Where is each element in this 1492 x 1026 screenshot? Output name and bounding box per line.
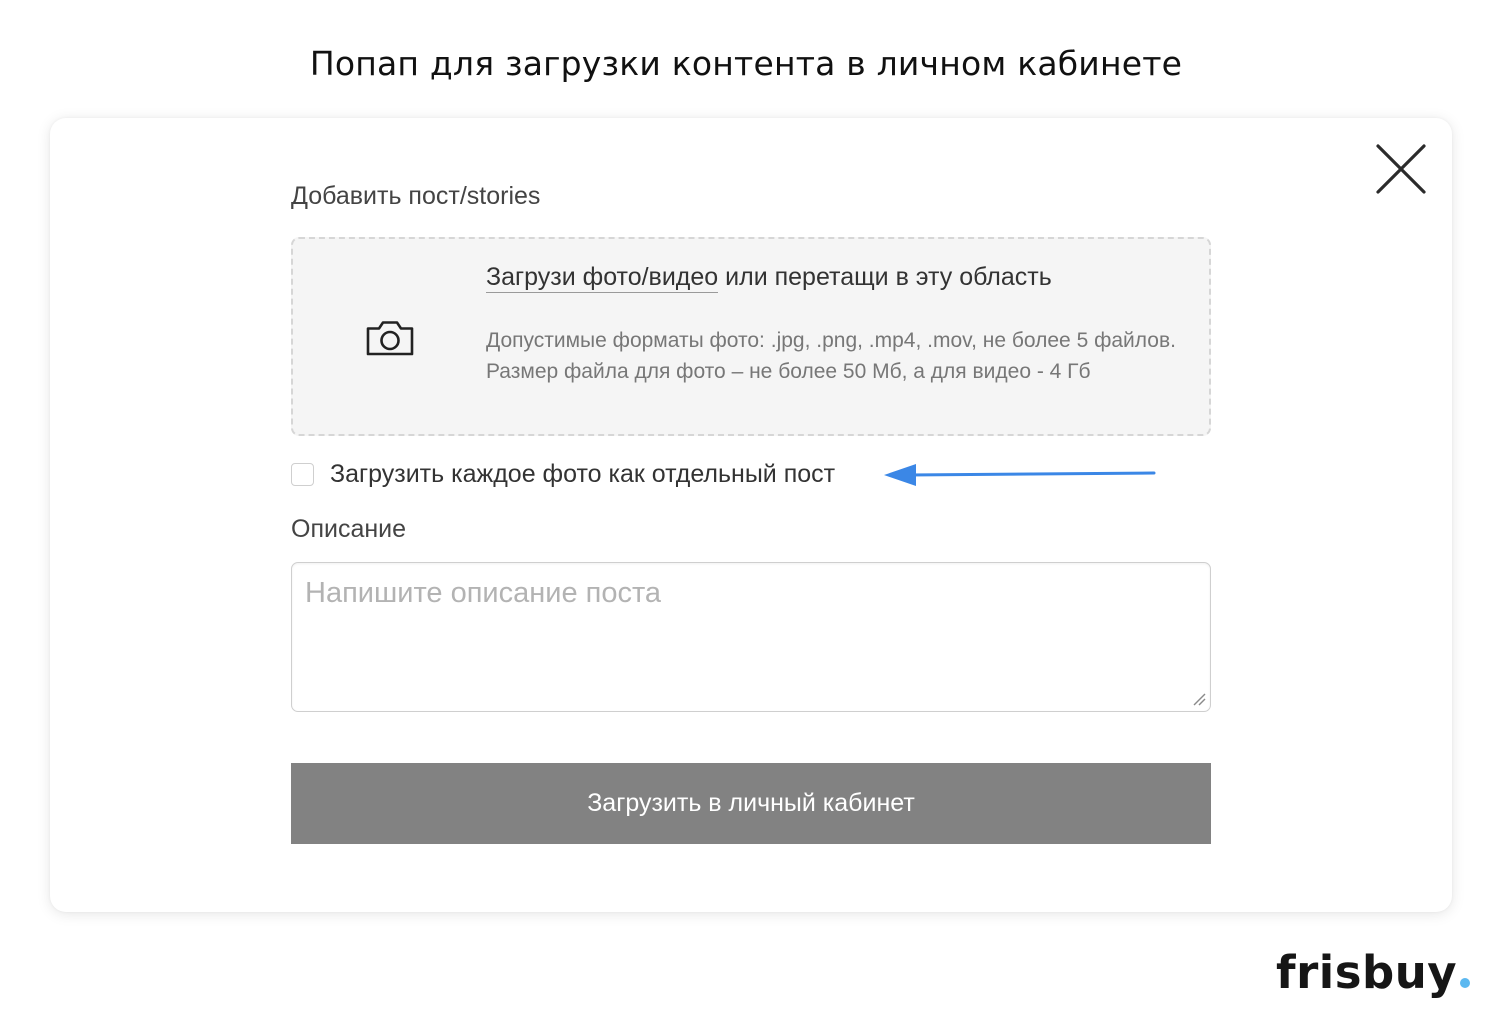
description-textarea[interactable] (291, 562, 1211, 712)
separate-post-checkbox[interactable] (291, 463, 314, 486)
dropzone-title: Загрузи фото/видео или перетащи в эту об… (486, 263, 1052, 293)
brand-name: frisbuy (1276, 946, 1458, 999)
close-icon[interactable] (1375, 143, 1427, 195)
dropzone-description: Допустимые форматы фото: .jpg, .png, .mp… (486, 329, 1176, 383)
upload-submit-button[interactable]: Загрузить в личный кабинет (291, 763, 1211, 844)
description-label: Описание (291, 515, 407, 543)
brand-dot (1460, 978, 1471, 988)
upload-popup: Добавить пост/stories Загрузи фото/видео… (50, 118, 1452, 912)
dropzone-title-rest: или перетащи в эту область (718, 263, 1052, 291)
page: Попап для загрузки контента в личном каб… (0, 0, 1492, 1026)
resize-handle-icon[interactable] (1191, 691, 1207, 707)
upload-link[interactable]: Загрузи фото/видео (486, 263, 719, 293)
brand-logo: frisbuy (1276, 946, 1471, 999)
camera-icon (366, 321, 414, 356)
separate-post-option[interactable]: Загрузить каждое фото как отдельный пост (291, 460, 835, 489)
annotation-arrow-icon (884, 464, 1156, 486)
page-caption: Попап для загрузки контента в личном каб… (309, 44, 1183, 83)
separate-post-label: Загрузить каждое фото как отдельный пост (330, 460, 836, 488)
close-button[interactable] (1375, 143, 1427, 195)
upload-dropzone[interactable]: Загрузи фото/видео или перетащи в эту об… (291, 237, 1211, 436)
section-title: Добавить пост/stories (291, 182, 541, 210)
